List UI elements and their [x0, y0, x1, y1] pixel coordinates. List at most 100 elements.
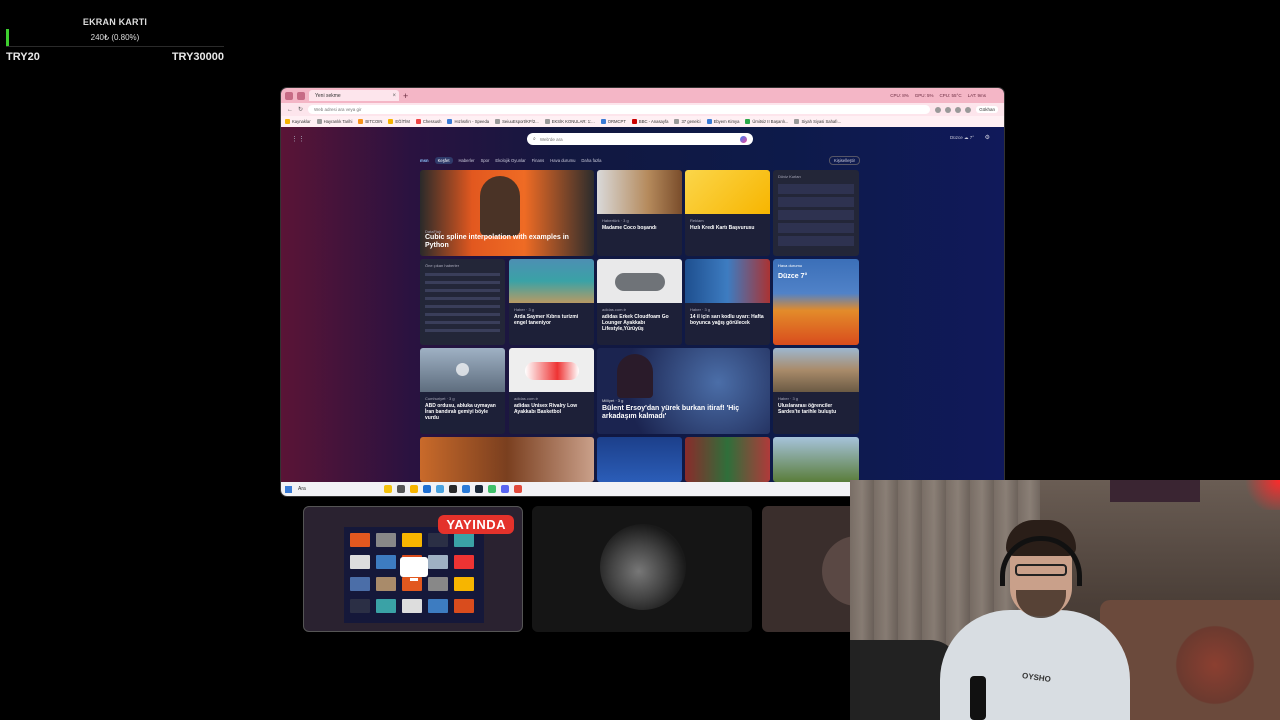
collections-icon[interactable]: [955, 106, 962, 113]
task-view-icon[interactable]: [397, 485, 405, 493]
new-tab-button[interactable]: +: [403, 91, 408, 101]
play-icon[interactable]: [456, 363, 469, 376]
customize-button[interactable]: Kişiselleştir: [829, 155, 860, 165]
bookmark-label: EĞİTİM: [395, 119, 410, 124]
shoe-image: [615, 273, 665, 291]
weather-summary[interactable]: Düzce ☁ 7°: [950, 135, 974, 141]
msn-logo[interactable]: msn: [420, 158, 429, 163]
windows-start-icon[interactable]: [285, 485, 292, 493]
tab-close-icon[interactable]: ×: [392, 93, 396, 99]
thumbnail-tile: [350, 555, 370, 569]
participant-thumbnail[interactable]: [762, 506, 862, 632]
profile-button[interactable]: Gökhan: [976, 106, 998, 113]
back-arrow-icon[interactable]: ←: [287, 107, 293, 113]
feed-tab-news[interactable]: Haberler: [459, 158, 475, 163]
video-card[interactable]: Cumhuriyet · 3 g ABD ordusu, abluka uyma…: [420, 348, 505, 434]
bookmark-item[interactable]: SeiuuEsport/KP/2...: [495, 119, 539, 124]
thumbnail-tile: [376, 577, 396, 591]
card-image: [509, 259, 594, 303]
ad-card[interactable]: Reklam Hızlı Kredi Kartı Başvurusu: [685, 170, 770, 256]
vscode-app-icon[interactable]: [462, 485, 470, 493]
news-card[interactable]: Haber · 3 g 14 il için sarı kodlu uyarı:…: [685, 259, 770, 345]
bookmark-label: ORMCPT: [607, 119, 626, 124]
web-search-box[interactable]: ⌕ Web'de ara: [527, 133, 753, 145]
tab-actions-icon[interactable]: [297, 91, 305, 100]
url-input[interactable]: Web adresi ara veya gir: [308, 105, 931, 114]
red-light: [1240, 480, 1280, 510]
copilot-icon[interactable]: [965, 106, 972, 113]
bookmark-item[interactable]: EKSİK KONULAR: 1:...: [544, 119, 595, 124]
bookmark-favicon-icon: [415, 119, 421, 124]
search-placeholder: Web'de ara: [539, 136, 563, 142]
bookmark-item[interactable]: Kaynaklar: [285, 119, 311, 124]
news-card-wide[interactable]: Milliyet · 3 g Bülent Ersoy'dan yürek bu…: [597, 348, 770, 434]
store-app-icon[interactable]: [436, 485, 444, 493]
taskbar-search[interactable]: Ara: [298, 486, 358, 492]
news-card-featured[interactable]: Cubic spline interpolation with examples…: [420, 170, 594, 256]
product-card[interactable]: adidas.com.tr adidas Unisex Rivalry Low …: [509, 348, 594, 434]
spotify-app-icon[interactable]: [488, 485, 496, 493]
file-explorer-icon[interactable]: [410, 485, 418, 493]
steam-app-icon[interactable]: [475, 485, 483, 493]
screen-share-thumbnail[interactable]: YAYINDA: [303, 506, 523, 632]
news-card-partial[interactable]: [597, 437, 682, 482]
feed-tab-finance[interactable]: Finans: [532, 158, 545, 163]
feed-tab-sports[interactable]: Spor: [481, 158, 490, 163]
bookmark-item[interactable]: Ebyem Kimya: [706, 119, 739, 124]
card-title: ABD ordusu, abluka uymayan İran bandıral…: [425, 403, 496, 421]
browser-menu-icon[interactable]: [285, 91, 293, 100]
product-card[interactable]: adidas.com.tr adidas Erkek Cloudfoam Go …: [597, 259, 682, 345]
donation-min-label: TRY20: [6, 51, 40, 63]
stat-cpu: CPU: 8%: [890, 93, 909, 98]
refresh-icon[interactable]: ↻: [298, 106, 303, 113]
widgets-app-icon[interactable]: [384, 485, 392, 493]
extensions-icon[interactable]: [945, 106, 952, 113]
bookmark-item[interactable]: 37 genelci: [674, 119, 701, 124]
feed-tab-discover[interactable]: Keşfet: [434, 156, 453, 164]
bookmark-favicon-icon: [745, 119, 751, 124]
system-stats: CPU: 8% GPU: 5% CPU: 55°C LAT: 9ms: [890, 93, 1004, 98]
bookmark-item[interactable]: Hayranlık Tarihi: [316, 119, 352, 124]
bookmark-favicon-icon: [544, 119, 550, 124]
bookmark-item[interactable]: BITCOIN: [358, 119, 382, 124]
bookmark-item[interactable]: BBC - Anasayfa: [631, 119, 668, 124]
currency-widget[interactable]: Döviz Kurları: [773, 170, 859, 256]
grid-menu-icon[interactable]: ⋮⋮: [291, 135, 305, 143]
top-stories-card[interactable]: Öne çıkan haberler: [420, 259, 505, 345]
discord-app-icon[interactable]: [501, 485, 509, 493]
terminal-app-icon[interactable]: [449, 485, 457, 493]
bookmark-item[interactable]: Hızlısıfırı - Speeda: [447, 119, 489, 124]
bookmark-item[interactable]: Siyah Siyasi Sahafı...: [794, 119, 841, 124]
bookmark-favicon-icon: [631, 119, 637, 124]
bing-icon[interactable]: [740, 135, 747, 143]
obs-app-icon[interactable]: [514, 485, 522, 493]
bookmark-item[interactable]: Ümitsiz II Başarılı...: [745, 119, 788, 124]
news-card[interactable]: Haber · 3 g Uluslararası öğrenciler Sard…: [773, 348, 859, 434]
weather-card[interactable]: Hava durumu Düzce 7°: [773, 259, 859, 345]
feed-tab-more[interactable]: Daha fazla: [581, 158, 601, 163]
edge-browser-icon[interactable]: [423, 485, 431, 493]
live-badge: YAYINDA: [438, 515, 514, 534]
feed-tab-games[interactable]: Ekolojik Oyunlar: [495, 158, 525, 163]
feed-tab-weather[interactable]: Hava durumu: [550, 158, 575, 163]
news-card-partial[interactable]: [685, 437, 770, 482]
news-card[interactable]: Haber · 3 g Arda Saymer Kıbrıs turizmi e…: [509, 259, 594, 345]
streamer-body: [940, 610, 1130, 720]
news-card-partial[interactable]: [420, 437, 594, 482]
thumbnail-tile: [402, 599, 422, 613]
news-card[interactable]: Habertürk · 3 g Madame Coco boşandı: [597, 170, 682, 256]
participant-thumbnail[interactable]: [532, 506, 752, 632]
card-title: Bülent Ersoy'dan yürek burkan itiraf! 'H…: [602, 405, 740, 420]
bookmark-favicon-icon: [285, 119, 290, 124]
search-icon: ⌕: [533, 136, 536, 142]
news-card-partial[interactable]: [773, 437, 859, 482]
favorite-icon[interactable]: [935, 106, 942, 113]
bookmark-item[interactable]: ORMCPT: [600, 119, 626, 124]
card-image: [685, 170, 770, 214]
address-bar-row: ← ↻ Web adresi ara veya gir Gökhan: [281, 103, 1004, 116]
card-source: Haber · 3 g: [690, 307, 711, 312]
bookmark-item[interactable]: EĞİTİM: [388, 119, 410, 124]
gear-icon[interactable]: ⚙: [985, 134, 990, 141]
bookmark-item[interactable]: Chessush: [415, 119, 441, 124]
tab-new-tab[interactable]: Yeni sekme ×: [309, 90, 399, 101]
